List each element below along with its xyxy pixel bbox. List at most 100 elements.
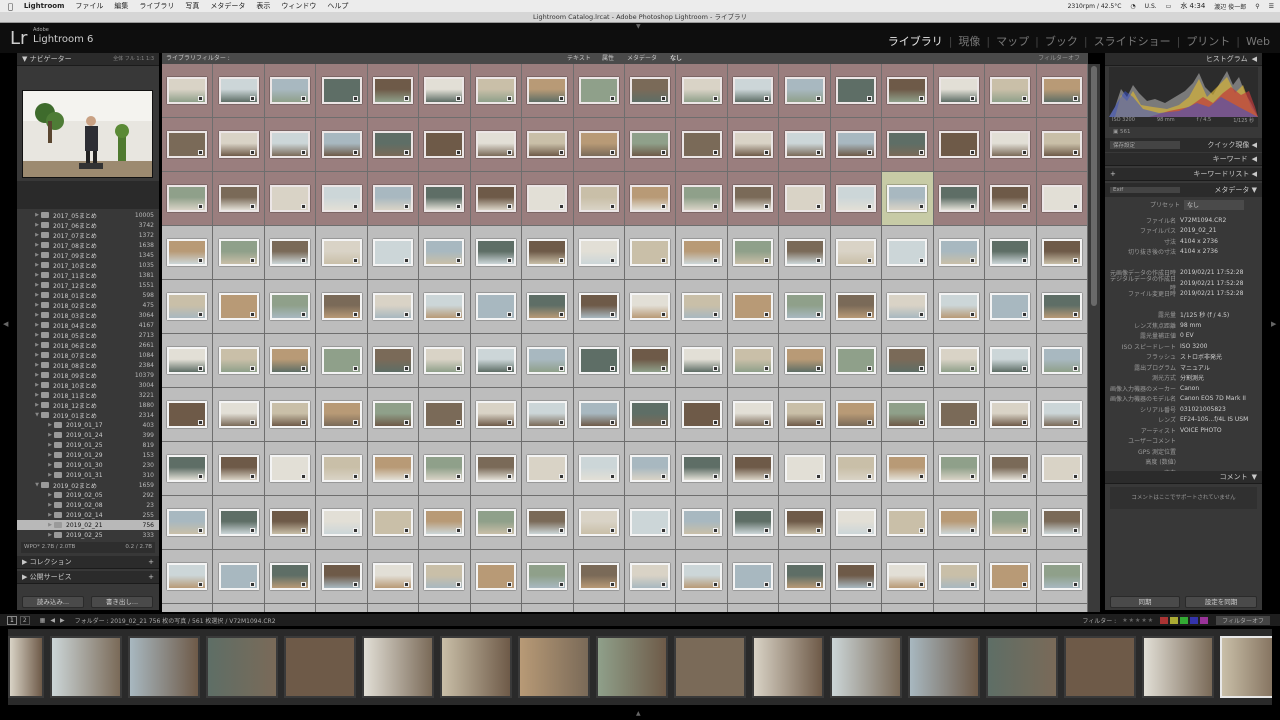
grid-cell[interactable] (830, 172, 883, 226)
folder-item[interactable]: ▶ 2019_02_08 23 (17, 500, 159, 510)
app-menu[interactable]: Lightroom (24, 2, 65, 10)
module-develop[interactable]: 現像 (958, 33, 980, 49)
grid-cell[interactable] (367, 64, 420, 118)
grid-cell[interactable] (264, 280, 317, 334)
filmstrip-frame[interactable] (128, 636, 200, 698)
module-print[interactable]: プリント (1186, 33, 1230, 49)
grid-cell[interactable] (882, 604, 934, 612)
quick-develop-header[interactable]: 保存設定 クイック現像 ◀ (1105, 138, 1262, 152)
clock[interactable]: 水 4:34 (1180, 1, 1205, 11)
grid-cell[interactable] (933, 334, 986, 388)
disclosure-closed-icon[interactable]: ▶ (46, 502, 54, 508)
grid-cell[interactable] (779, 334, 831, 388)
filmstrip-frame[interactable] (206, 636, 278, 698)
grid-cell[interactable] (213, 226, 265, 280)
grid-cell[interactable] (573, 388, 625, 442)
grid-cell[interactable] (882, 442, 934, 496)
grid-cell[interactable] (367, 226, 420, 280)
grid-cell[interactable] (1036, 118, 1088, 172)
grid-cell[interactable] (830, 442, 883, 496)
grid-cell[interactable] (367, 172, 420, 226)
grid-cell[interactable] (367, 334, 420, 388)
grid-cell[interactable] (367, 442, 420, 496)
grid-cell[interactable] (830, 604, 883, 612)
grid-cell[interactable] (162, 388, 214, 442)
metadata-value[interactable]: Canon (1180, 385, 1250, 392)
grid-cell[interactable] (779, 64, 831, 118)
input-source[interactable]: U.S. (1145, 3, 1157, 10)
grid-cell[interactable] (985, 388, 1037, 442)
grid-cell[interactable] (213, 118, 265, 172)
grid-cell[interactable] (676, 280, 728, 334)
grid-cell[interactable] (573, 226, 625, 280)
grid-cell[interactable] (1036, 226, 1088, 280)
metadata-value[interactable]: Canon EOS 7D Mark II (1180, 395, 1250, 402)
collections-header[interactable]: ▶ コレクション + (17, 556, 159, 569)
grid-cell[interactable] (1036, 550, 1088, 604)
grid-cell[interactable] (316, 388, 368, 442)
disclosure-closed-icon[interactable]: ▶ (33, 292, 41, 298)
grid-cell[interactable] (676, 64, 728, 118)
folder-item[interactable]: ▶ 2018_08まとめ 2384 (17, 360, 159, 370)
grid-cell[interactable] (830, 280, 883, 334)
module-book[interactable]: ブック (1045, 33, 1078, 49)
grid-cell[interactable] (419, 550, 471, 604)
sync-settings-button[interactable]: 設定を同期 (1185, 596, 1257, 608)
color-label-purple[interactable] (1200, 616, 1209, 624)
grid-cell[interactable] (779, 118, 831, 172)
filmstrip-frame[interactable] (596, 636, 668, 698)
folder-item[interactable]: ▶ 2018_06まとめ 2661 (17, 340, 159, 350)
saved-preset-select[interactable]: 保存設定 (1110, 141, 1180, 149)
zoom-fit[interactable]: 全体 (113, 56, 123, 62)
grid-cell[interactable] (779, 604, 831, 612)
grid-cell[interactable] (470, 442, 523, 496)
grid-cell[interactable] (573, 334, 625, 388)
folder-item[interactable]: ▶ 2019_01_24 399 (17, 430, 159, 440)
grid-cell[interactable] (830, 64, 883, 118)
grid-cell[interactable] (727, 388, 780, 442)
folder-item[interactable]: ▶ 2018_05まとめ 2713 (17, 330, 159, 340)
filmstrip-frame[interactable] (1220, 636, 1272, 698)
metadata-value[interactable]: 98 mm (1180, 322, 1250, 329)
grid-cell[interactable] (882, 334, 934, 388)
color-label-green[interactable] (1180, 616, 1189, 624)
filmstrip-frame[interactable] (674, 636, 746, 698)
disclosure-closed-icon[interactable]: ▶ (46, 472, 54, 478)
folder-item[interactable]: ▶ 2019_02_25 333 (17, 530, 159, 540)
grid-cell[interactable] (676, 172, 728, 226)
menu-view[interactable]: 表示 (256, 1, 270, 11)
metadata-value[interactable]: 2019/02/21 17:52:28 (1180, 290, 1250, 297)
grid-cell[interactable] (419, 64, 471, 118)
grid-cell[interactable] (162, 442, 214, 496)
folder-item[interactable]: ▶ 2018_11まとめ 3221 (17, 390, 159, 400)
grid-view-icon[interactable]: ▦ (40, 617, 46, 624)
bottom-panel-toggle-icon[interactable]: ▲ (636, 710, 641, 717)
metadata-value[interactable]: 分割測光 (1180, 373, 1250, 382)
grid-cell[interactable] (1036, 172, 1088, 226)
grid-cell[interactable] (573, 496, 625, 550)
filmstrip-frame[interactable] (50, 636, 122, 698)
grid-cell[interactable] (727, 442, 780, 496)
grid-cell[interactable] (676, 118, 728, 172)
grid-cell[interactable] (522, 172, 574, 226)
grid-cell[interactable] (933, 280, 986, 334)
disclosure-closed-icon[interactable]: ▶ (33, 332, 41, 338)
grid-cell[interactable] (316, 64, 368, 118)
grid-cell[interactable] (264, 172, 317, 226)
grid-cell[interactable] (162, 496, 214, 550)
grid-cell[interactable] (522, 226, 574, 280)
grid-cell[interactable] (470, 604, 523, 612)
grid-cell[interactable] (985, 442, 1037, 496)
zoom-1-1[interactable]: 1:1 (136, 56, 144, 62)
grid-cell[interactable] (779, 226, 831, 280)
filmstrip-frame[interactable] (986, 636, 1058, 698)
disclosure-closed-icon[interactable]: ▶ (46, 452, 54, 458)
grid-cell[interactable] (162, 604, 214, 612)
zoom-fill[interactable]: フル (125, 56, 135, 62)
histogram-header[interactable]: ヒストグラム ◀ (1105, 53, 1262, 66)
folder-item[interactable]: ▶ 2018_02まとめ 475 (17, 300, 159, 310)
grid-cell[interactable] (985, 604, 1037, 612)
folder-item[interactable]: ▼ 2019_02まとめ 1659 (17, 480, 159, 490)
menu-window[interactable]: ウィンドウ (281, 1, 316, 11)
left-panel-toggle-icon[interactable]: ◀ (3, 320, 8, 328)
